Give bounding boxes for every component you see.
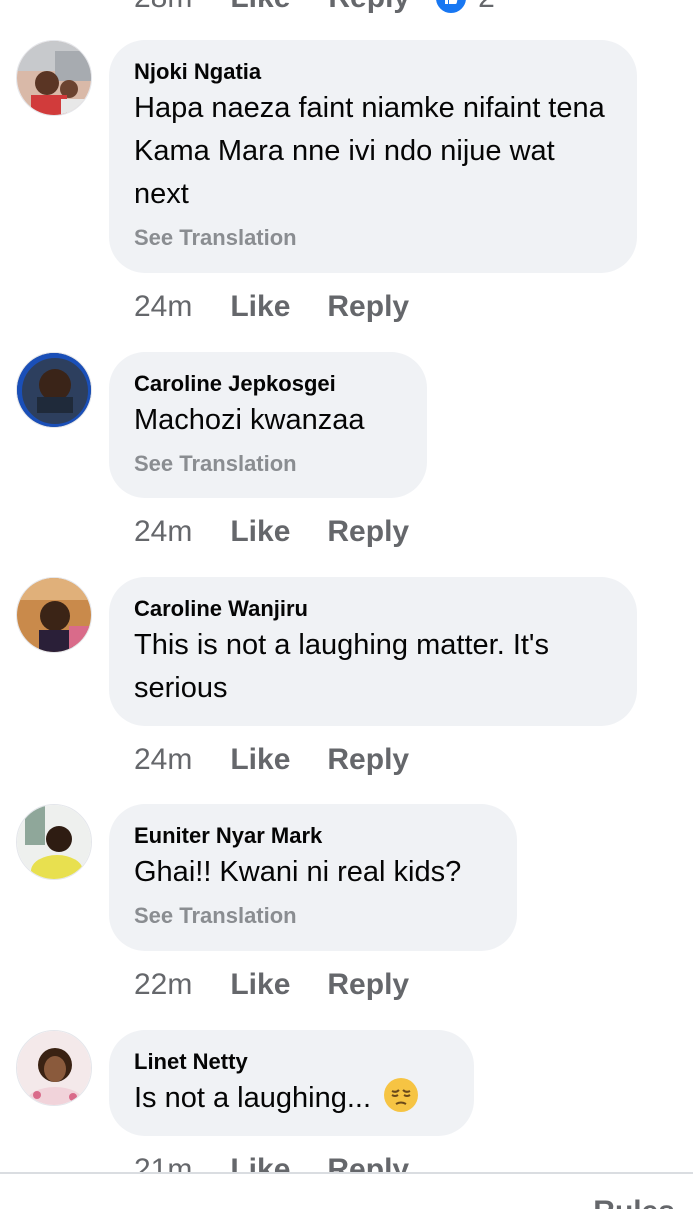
reaction-count: 2 — [478, 0, 495, 15]
comments-screen: 28m Like Reply 2 Njoki Ngatia Hapa naez — [0, 0, 693, 1209]
comment-bubble[interactable]: Caroline Wanjiru This is not a laughing … — [109, 577, 637, 726]
see-translation-link[interactable]: See Translation — [134, 450, 402, 478]
bottom-bar — [0, 1174, 693, 1209]
reaction-summary[interactable]: 2 — [434, 0, 495, 15]
comment-author[interactable]: Euniter Nyar Mark — [134, 822, 492, 850]
like-button[interactable]: Like — [230, 743, 290, 777]
comment-bubble[interactable]: Caroline Jepkosgei Machozi kwanzaa See T… — [109, 352, 427, 498]
comment-text: Hapa naeza faint niamke nifaint tena Kam… — [134, 92, 605, 210]
like-button[interactable]: Like — [230, 0, 290, 15]
comment-actions: 22m Like Reply — [134, 965, 409, 1005]
see-translation-link[interactable]: See Translation — [134, 224, 612, 252]
reply-button[interactable]: Reply — [327, 968, 409, 1002]
comment-bubble[interactable]: Linet Netty Is not a laughing... — [109, 1030, 474, 1136]
comment-bubble[interactable]: Euniter Nyar Mark Ghai!! Kwani ni real k… — [109, 804, 517, 951]
like-button[interactable]: Like — [230, 968, 290, 1002]
comment-actions: 24m Like Reply — [134, 740, 409, 780]
comment-text-content: Is not a laughing... — [134, 1082, 371, 1114]
avatar[interactable] — [16, 352, 92, 428]
reply-button[interactable]: Reply — [327, 743, 409, 777]
comment-timestamp: 24m — [134, 515, 193, 548]
comment-text: This is not a laughing matter. It's seri… — [134, 629, 549, 704]
comment-timestamp: 24m — [134, 290, 193, 323]
avatar[interactable] — [16, 40, 92, 116]
comment-author[interactable]: Njoki Ngatia — [134, 58, 612, 86]
see-translation-link[interactable]: See Translation — [134, 902, 492, 930]
avatar[interactable] — [16, 577, 92, 653]
comment-text: Is not a laughing... — [134, 1077, 449, 1120]
comment-actions: 24m Like Reply — [134, 512, 409, 552]
like-reaction-icon — [434, 0, 469, 15]
pensive-face-emoji — [384, 1078, 419, 1112]
like-button[interactable]: Like — [230, 515, 290, 549]
comment-text: Ghai!! Kwani ni real kids? — [134, 856, 462, 888]
reply-button[interactable]: Reply — [327, 515, 409, 549]
avatar[interactable] — [16, 804, 92, 880]
comment-author[interactable]: Caroline Wanjiru — [134, 595, 612, 623]
comment-timestamp: 24m — [134, 743, 193, 776]
avatar[interactable] — [16, 1030, 92, 1106]
comment-timestamp: 22m — [134, 968, 193, 1001]
like-button[interactable]: Like — [230, 290, 290, 324]
comment-bubble[interactable]: Njoki Ngatia Hapa naeza faint niamke nif… — [109, 40, 637, 273]
comment-author[interactable]: Caroline Jepkosgei — [134, 370, 402, 398]
reply-button[interactable]: Reply — [327, 290, 409, 324]
comment-timestamp: 28m — [134, 0, 192, 15]
comment-text: Machozi kwanzaa — [134, 404, 365, 436]
previous-comment-meta: 28m Like Reply 2 — [134, 0, 495, 18]
rules-link[interactable]: Rules — [593, 1192, 675, 1209]
comment-author[interactable]: Linet Netty — [134, 1048, 449, 1076]
reply-button[interactable]: Reply — [328, 0, 410, 15]
comment-actions: 24m Like Reply — [134, 287, 409, 327]
